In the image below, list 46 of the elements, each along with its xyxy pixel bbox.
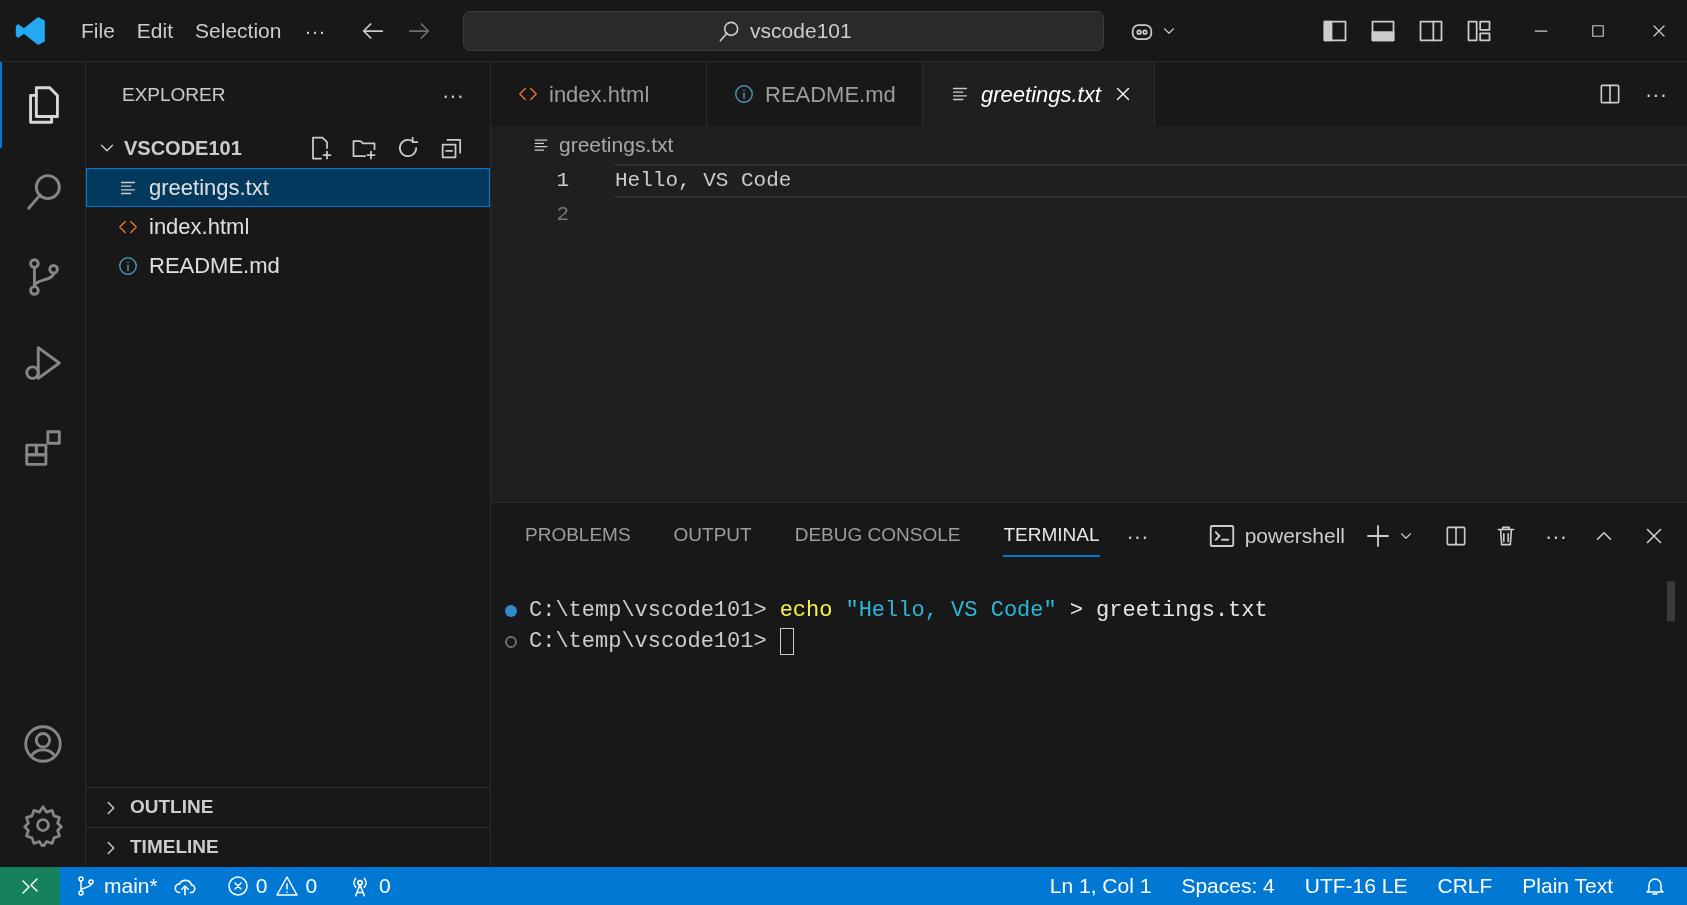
folder-name[interactable]: VSCODE101 xyxy=(124,133,242,163)
status-item[interactable]: UTF-16 LE xyxy=(1304,870,1408,902)
branch-name[interactable]: main* xyxy=(104,870,158,902)
terminal-name[interactable]: powershell xyxy=(1244,520,1345,552)
error-count[interactable]: 0 xyxy=(255,870,268,902)
warning-icon xyxy=(275,874,300,898)
status-item[interactable]: Spaces: 4 xyxy=(1181,870,1275,902)
status-item[interactable]: Plain Text xyxy=(1522,870,1613,902)
more-actions-button[interactable]: ··· xyxy=(442,78,464,112)
error-icon xyxy=(225,874,250,898)
panel-tab[interactable]: TERMINAL xyxy=(1003,514,1100,558)
editor-tab[interactable]: greetings.txt xyxy=(923,62,1155,126)
ports-count[interactable]: 0 xyxy=(379,870,391,902)
status-item[interactable]: CRLF xyxy=(1437,870,1493,902)
menu-item[interactable]: File xyxy=(70,14,126,47)
terminal-text: echo xyxy=(779,597,833,625)
terminal-text: "Hello, VS Code" xyxy=(845,597,1057,625)
status-item[interactable]: Ln 1, Col 1 xyxy=(1049,870,1152,902)
code-line: Hello, VS Code xyxy=(615,168,792,195)
panel-tab[interactable]: OUTPUT xyxy=(673,514,752,558)
line-number: 2 xyxy=(555,202,569,229)
more-actions-button[interactable]: ··· xyxy=(1645,77,1667,111)
explorer-entry[interactable]: README.md xyxy=(86,246,490,285)
explorer-entry[interactable]: index.html xyxy=(86,207,490,246)
warning-count[interactable]: 0 xyxy=(305,870,318,902)
terminal-text: > greetings.txt xyxy=(1069,597,1268,625)
section-header[interactable]: OUTLINE xyxy=(130,793,214,822)
line-number: 1 xyxy=(555,168,569,195)
terminal-text: C:\temp\vscode101> xyxy=(529,597,767,625)
menu-item[interactable]: Edit xyxy=(125,14,185,47)
info-icon xyxy=(117,254,139,277)
settings-icon[interactable] xyxy=(20,803,65,847)
info-icon xyxy=(733,83,755,105)
sidebar-title: EXPLORER xyxy=(122,82,226,107)
command-search-box[interactable]: vscode101 xyxy=(463,10,1105,51)
scrollbar xyxy=(1667,581,1675,621)
section-header[interactable]: TIMELINE xyxy=(130,833,219,862)
more-tabs-button[interactable]: ··· xyxy=(1126,519,1149,553)
menu-item[interactable]: Selection xyxy=(184,14,293,47)
explorer-entry[interactable]: greetings.txt xyxy=(86,168,490,207)
terminal-text: C:\temp\vscode101> xyxy=(529,628,767,656)
more-actions-button[interactable]: ··· xyxy=(1545,519,1567,553)
more-menu-button[interactable]: ··· xyxy=(292,14,338,47)
panel-tab[interactable]: PROBLEMS xyxy=(525,514,631,558)
panel-tab[interactable]: DEBUG CONSOLE xyxy=(794,514,961,558)
breadcrumb[interactable]: greetings.txt xyxy=(559,129,674,161)
